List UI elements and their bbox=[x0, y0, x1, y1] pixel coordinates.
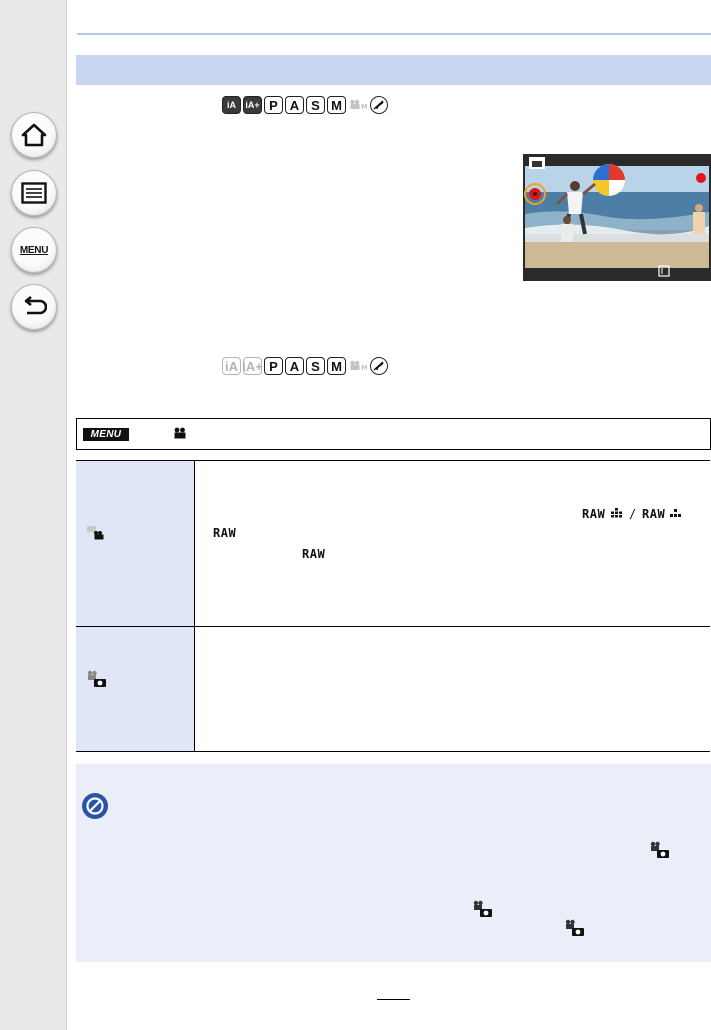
table-row: RAW / RAW RAW RAW bbox=[76, 461, 710, 626]
standard-quality-icon bbox=[670, 509, 681, 517]
raw-icon: RAW bbox=[213, 526, 237, 540]
svg-text:M: M bbox=[361, 103, 367, 111]
header-rule bbox=[77, 33, 711, 35]
mode-s-icon: S bbox=[306, 357, 325, 375]
video-photo-priority-icon bbox=[565, 919, 584, 936]
available-modes-row: iA iA+ P A S M M bbox=[222, 95, 388, 115]
mode-creative-control-icon bbox=[370, 96, 388, 114]
mode-ia-plus-icon: iA+ bbox=[242, 357, 263, 375]
mode-a-icon: A bbox=[285, 96, 304, 114]
mode-a-icon: A bbox=[285, 357, 304, 375]
raw-icon: RAW bbox=[302, 547, 326, 561]
svg-text:M: M bbox=[361, 364, 367, 372]
video-photo-priority-icon bbox=[87, 670, 106, 687]
video-photo-priority-icon bbox=[473, 900, 492, 917]
mode-creative-video-icon: M bbox=[348, 357, 368, 375]
raw-fine-icon: RAW bbox=[582, 507, 606, 521]
back-icon bbox=[24, 296, 47, 315]
menu-path-bar: MENU bbox=[76, 418, 711, 450]
mode-p-icon: P bbox=[264, 96, 283, 114]
row-header-cell bbox=[76, 461, 195, 626]
sidebar: MENU bbox=[0, 0, 67, 1030]
raw-standard-icon: RAW bbox=[642, 507, 666, 521]
settings-table: RAW / RAW RAW RAW bbox=[76, 460, 710, 752]
mode-creative-video-icon: M bbox=[348, 96, 368, 114]
prohibited-icon bbox=[82, 793, 108, 819]
separator: / bbox=[629, 507, 637, 521]
menu-icon: MENU bbox=[19, 244, 49, 256]
available-modes-row-2: iA iA+ P A S M M bbox=[222, 356, 388, 376]
mode-m-icon: M bbox=[327, 357, 346, 375]
section-title-bar bbox=[76, 55, 711, 85]
not-available-note bbox=[76, 764, 711, 962]
mode-ia-plus-icon: iA+ bbox=[243, 96, 262, 114]
home-button[interactable] bbox=[11, 112, 57, 158]
mode-p-icon: P bbox=[264, 357, 283, 375]
table-row bbox=[76, 627, 710, 751]
menu-button[interactable]: MENU bbox=[11, 227, 57, 273]
page-number-underline bbox=[377, 999, 410, 1000]
row-header-cell bbox=[76, 627, 195, 751]
video-photo-priority-icon bbox=[650, 841, 669, 858]
contents-button[interactable] bbox=[11, 170, 57, 216]
back-button[interactable] bbox=[11, 284, 57, 330]
video-menu-icon bbox=[174, 427, 186, 439]
home-icon bbox=[21, 123, 47, 147]
mode-m-icon: M bbox=[327, 96, 346, 114]
mode-ia-icon: iA bbox=[222, 357, 241, 375]
list-icon bbox=[21, 182, 47, 204]
mode-creative-control-icon bbox=[370, 357, 388, 375]
record-screen-illustration bbox=[523, 154, 711, 281]
fine-quality-icon bbox=[611, 508, 622, 518]
photo-video-priority-icon bbox=[87, 526, 104, 540]
menu-badge: MENU bbox=[83, 428, 129, 441]
mode-s-icon: S bbox=[306, 96, 325, 114]
mode-ia-icon: iA bbox=[222, 96, 241, 114]
